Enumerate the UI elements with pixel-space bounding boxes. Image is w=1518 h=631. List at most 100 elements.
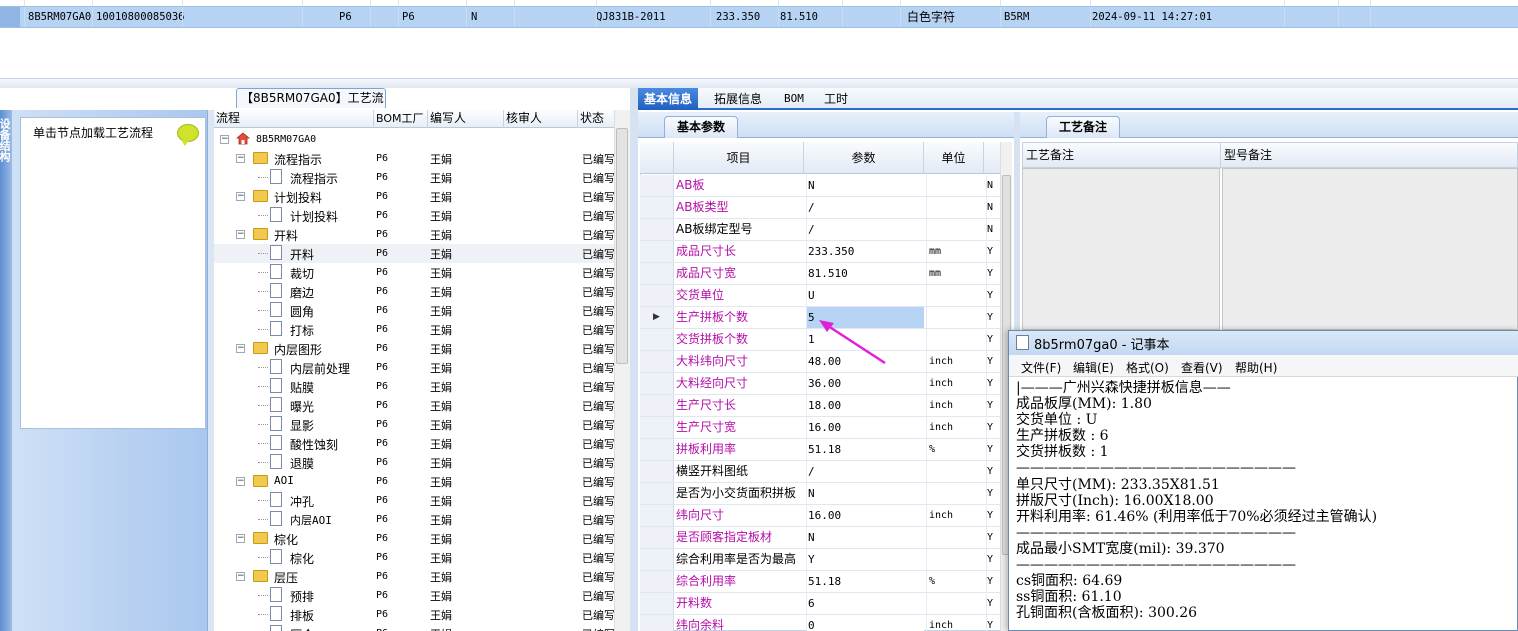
tree-step-node[interactable]: 压合P6王娟已编写	[214, 624, 618, 631]
param-row[interactable]: AB板类型 / N	[640, 197, 1000, 219]
tree-step-node[interactable]: 曝光 P6 王娟 已编写	[214, 396, 618, 415]
row-indicator[interactable]	[640, 197, 674, 218]
col-header-item[interactable]: 项目	[674, 142, 804, 174]
collapse-toggle[interactable]: −	[236, 154, 245, 163]
menu-file[interactable]: 文件(F)	[1021, 359, 1061, 376]
menu-edit[interactable]: 编辑(E)	[1073, 359, 1114, 376]
model-remark-field[interactable]	[1222, 168, 1518, 330]
collapse-toggle[interactable]: −	[236, 534, 245, 543]
row-indicator[interactable]	[640, 417, 674, 438]
param-value[interactable]: 36.00	[806, 373, 924, 394]
param-row[interactable]: 成品尺寸长 233.350 mm Y	[640, 241, 1000, 263]
tree-step-node[interactable]: 内层前处理 P6 王娟 已编写	[214, 358, 618, 377]
col-header-process-remark[interactable]: 工艺备注	[1023, 143, 1221, 169]
param-value[interactable]: Y	[806, 549, 924, 570]
tree-step-node[interactable]: 退膜 P6 王娟 已编写	[214, 453, 618, 472]
param-value[interactable]: 16.00	[806, 417, 924, 438]
param-row[interactable]: 综合利用率是否为最高 Y Y	[640, 549, 1000, 571]
row-indicator[interactable]	[640, 241, 674, 262]
tab-extended-info[interactable]: 拓展信息	[708, 88, 768, 110]
tree-step-node[interactable]: 冲孔 P6 王娟 已编写	[214, 491, 618, 510]
tree-group-node[interactable]: − 计划投料 P6 王娟 已编写	[214, 187, 618, 206]
row-indicator[interactable]	[640, 439, 674, 460]
notepad-text-area[interactable]: |———广州兴森快捷拼板信息—— 成品板厚(MM): 1.80 交货单位 : U 生产…	[1016, 380, 1516, 630]
row-indicator[interactable]	[640, 351, 674, 372]
col-header-writer[interactable]: 编写人	[428, 110, 504, 128]
param-value[interactable]: N	[806, 483, 924, 504]
param-row[interactable]: 是否为小交货面积拼板 N Y	[640, 483, 1000, 505]
tab-bom[interactable]: BOM	[778, 88, 810, 110]
tree-step-node[interactable]: 内层AOI P6 王娟 已编写	[214, 510, 618, 529]
row-indicator[interactable]	[640, 483, 674, 504]
tab-work-hours[interactable]: 工时	[818, 88, 854, 110]
param-value[interactable]: /	[806, 197, 924, 218]
param-row[interactable]: 大料经向尺寸 36.00 inch Y	[640, 373, 1000, 395]
col-header-reviewer[interactable]: 核审人	[504, 110, 578, 128]
param-row[interactable]: 拼板利用率 51.18% Y	[640, 439, 1000, 461]
param-value[interactable]: 6	[806, 593, 924, 614]
param-row[interactable]: 生产尺寸长 18.00 inch Y	[640, 395, 1000, 417]
row-indicator[interactable]	[640, 395, 674, 416]
tab-basic-info[interactable]: 基本信息	[638, 88, 699, 110]
row-indicator[interactable]	[640, 461, 674, 482]
selected-top-row[interactable]: 8B5RM07GA0 10010800085036 P6 P6 N QJ831B…	[0, 6, 1518, 28]
tree-step-node[interactable]: 开料 P6 王娟 已编写	[214, 244, 618, 263]
middle-splitter[interactable]	[630, 88, 638, 631]
collapse-toggle[interactable]: −	[236, 477, 245, 486]
param-value[interactable]: 18.00	[806, 395, 924, 416]
param-row[interactable]: AB板 N N	[640, 175, 1000, 197]
collapse-toggle[interactable]: −	[236, 230, 245, 239]
param-value[interactable]: 51.18	[806, 571, 924, 592]
tree-scrollbar-thumb[interactable]	[616, 128, 628, 364]
device-structure-tab[interactable]: 设备结构	[0, 118, 12, 188]
tree-step-node[interactable]: 打标 P6 王娟 已编写	[214, 320, 618, 339]
tree-group-node[interactable]: − 层压 P6 王娟 已编写	[214, 567, 618, 586]
collapse-toggle[interactable]: −	[236, 344, 245, 353]
row-indicator[interactable]	[640, 593, 674, 614]
row-indicator[interactable]	[640, 373, 674, 394]
tree-step-node[interactable]: 显影 P6 王娟 已编写	[214, 415, 618, 434]
tree-group-node[interactable]: − 开料 P6 王娟 已编写	[214, 225, 618, 244]
tree-step-node[interactable]: 排板 P6 王娟 已编写	[214, 605, 618, 624]
param-row[interactable]: 成品尺寸宽 81.510 mm Y	[640, 263, 1000, 285]
param-row[interactable]: 纬向尺寸 16.00 inch Y	[640, 505, 1000, 527]
param-value[interactable]: 0	[806, 615, 924, 631]
param-row[interactable]: 生产尺寸宽 16.00 inch Y	[640, 417, 1000, 439]
tree-root[interactable]: − 8B5RM07GA0	[214, 130, 618, 149]
horizontal-splitter[interactable]	[0, 78, 1518, 88]
row-indicator[interactable]	[640, 263, 674, 284]
tree-group-node[interactable]: − 流程指示 P6 王娟 已编写	[214, 149, 618, 168]
param-row[interactable]: 综合利用率 51.18% Y	[640, 571, 1000, 593]
param-value[interactable]: /	[806, 219, 924, 240]
param-value[interactable]: 233.350	[806, 241, 924, 262]
row-indicator[interactable]	[640, 549, 674, 570]
row-indicator[interactable]: ▶	[640, 307, 674, 328]
param-value[interactable]: 81.510	[806, 263, 924, 284]
menu-help[interactable]: 帮助(H)	[1235, 359, 1277, 376]
param-value[interactable]: N	[806, 527, 924, 548]
menu-format[interactable]: 格式(O)	[1126, 359, 1169, 376]
col-header-bom-factory[interactable]: BOM工厂	[374, 110, 428, 128]
tree-step-node[interactable]: 预排 P6 王娟 已编写	[214, 586, 618, 605]
param-value[interactable]: 16.00	[806, 505, 924, 526]
param-row[interactable]: 交货单位 U Y	[640, 285, 1000, 307]
row-indicator[interactable]	[640, 615, 674, 631]
left-vertical-tab-strip[interactable]	[0, 110, 12, 631]
col-header-unit[interactable]: 单位	[924, 142, 984, 174]
tree-group-node[interactable]: − 内层图形 P6 王娟 已编写	[214, 339, 618, 358]
row-indicator[interactable]	[640, 285, 674, 306]
col-header-model-remark[interactable]: 型号备注	[1221, 143, 1517, 169]
param-value[interactable]: U	[806, 285, 924, 306]
param-value[interactable]: /	[806, 461, 924, 482]
param-row[interactable]: 纬向余料 0 inch Y	[640, 615, 1000, 631]
tree-step-node[interactable]: 棕化 P6 王娟 已编写	[214, 548, 618, 567]
row-indicator[interactable]	[640, 329, 674, 350]
param-row[interactable]: 是否顾客指定板材 N Y	[640, 527, 1000, 549]
tree-group-node[interactable]: − 棕化 P6 王娟 已编写	[214, 529, 618, 548]
col-header-status[interactable]: 状态	[578, 110, 618, 128]
menu-view[interactable]: 查看(V)	[1181, 359, 1223, 376]
tree-step-node[interactable]: 圆角 P6 王娟 已编写	[214, 301, 618, 320]
tree-step-node[interactable]: 磨边 P6 王娟 已编写	[214, 282, 618, 301]
collapse-toggle[interactable]: −	[220, 135, 229, 144]
collapse-toggle[interactable]: −	[236, 192, 245, 201]
